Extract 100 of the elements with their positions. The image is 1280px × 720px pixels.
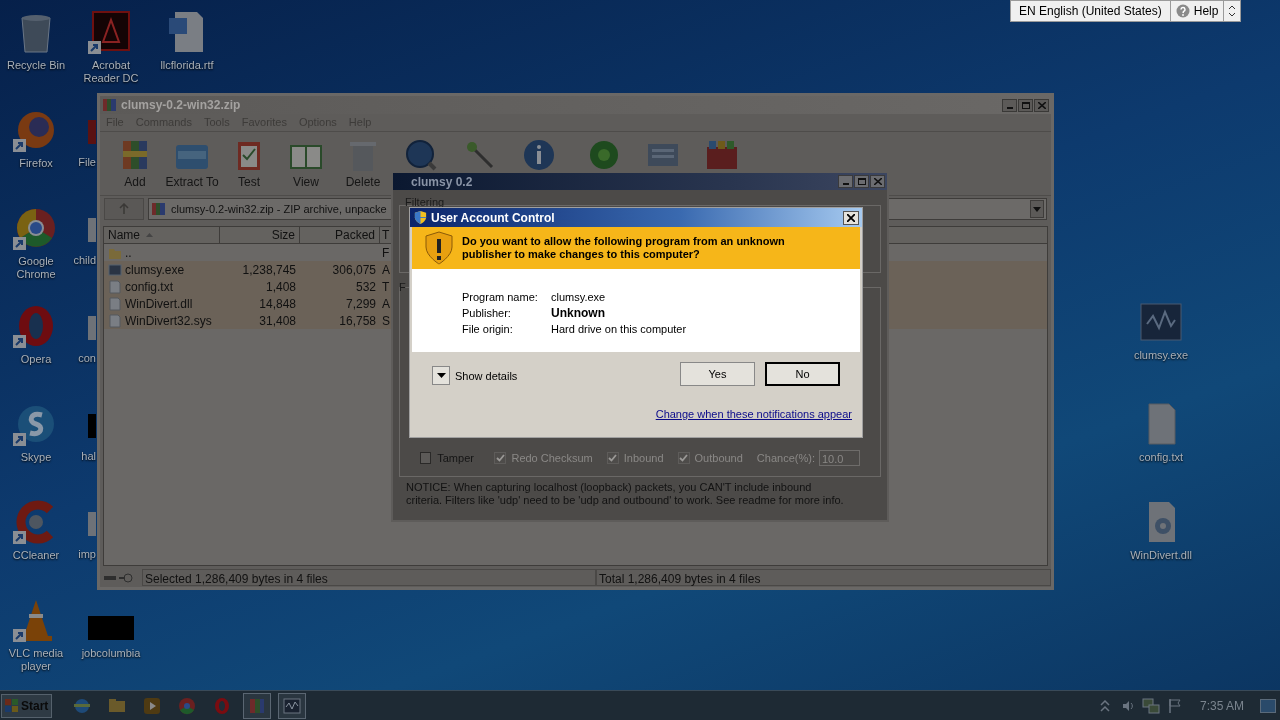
chance-label: Chance(%): — [756, 451, 815, 466]
detail-value: clumsy.exe — [551, 289, 606, 305]
taskbar-button[interactable] — [243, 692, 272, 719]
group-label: Filtering — [405, 196, 445, 208]
detail-value: Unknown — [551, 305, 605, 322]
network-icon[interactable] — [1141, 697, 1160, 714]
toolbar-button[interactable]: Test — [223, 136, 275, 191]
desktop-icon-label: Skype — [20, 451, 52, 464]
file-icon — [108, 296, 122, 311]
column-header[interactable]: Size — [220, 227, 300, 243]
table-cell: 16,758 — [339, 313, 376, 328]
up-arrow-icon — [118, 203, 130, 215]
table-cell: A — [382, 296, 390, 311]
caret-icon — [436, 372, 446, 378]
option-label: Redo Checksum — [511, 451, 593, 466]
status-text: Total 1,286,409 bytes in 4 files — [596, 569, 1051, 586]
up-button[interactable] — [104, 198, 144, 220]
checkbox[interactable] — [606, 452, 619, 465]
desktop-icon-label: WinDivert.dll — [1130, 549, 1192, 562]
desktop-icon-label: Opera — [20, 353, 52, 366]
table-cell-text: .. — [125, 244, 132, 262]
desktop-icon-label: Acrobat Reader DC — [82, 59, 140, 85]
desktop-icon-label: File — [78, 156, 96, 169]
chevron-up-icon[interactable] — [1099, 699, 1110, 712]
show-desktop-button[interactable] — [1260, 698, 1276, 713]
toolbar-button[interactable]: Add — [109, 136, 161, 191]
file-icon — [108, 313, 122, 328]
window-title: clumsy 0.2 — [411, 173, 473, 191]
table-cell: T — [382, 279, 390, 294]
flag-icon[interactable] — [1167, 697, 1182, 714]
desktop-icon-label: llcflorida.rtf — [160, 59, 214, 72]
minimize-button[interactable] — [838, 175, 853, 188]
sort-arrow-icon — [146, 233, 153, 237]
column-header[interactable]: Packed — [300, 227, 380, 243]
desktop-icon-label: Recycle Bin — [6, 59, 66, 72]
close-button[interactable] — [843, 210, 859, 225]
show-details-label[interactable]: Show details — [455, 367, 518, 385]
help-button[interactable]: Help — [1170, 1, 1225, 21]
info-icon[interactable] — [521, 137, 557, 173]
desktop-icon-label: VLC media player — [7, 647, 65, 673]
detail-label: Program name: — [462, 289, 539, 305]
minimize-button[interactable] — [1002, 98, 1017, 112]
table-cell: 532 — [355, 279, 376, 294]
option-label: Inbound — [623, 451, 664, 466]
toolbar-button[interactable]: View — [280, 136, 332, 191]
maximize-button[interactable] — [1018, 98, 1033, 112]
dialog-button[interactable]: Yes — [680, 362, 755, 386]
dropdown-arrow-icon[interactable] — [1033, 206, 1041, 212]
detail-label: Publisher: — [462, 305, 512, 321]
chance-field[interactable]: 10.0 — [818, 450, 860, 467]
table-cell: 31,408 — [259, 313, 296, 328]
media-player-icon — [142, 695, 163, 716]
search-icon[interactable] — [403, 137, 439, 173]
close-icon — [873, 178, 882, 185]
toolbar-button[interactable]: Delete — [337, 136, 389, 191]
warning-shield-icon — [425, 231, 453, 265]
expand-button[interactable] — [432, 365, 450, 385]
taskbar-button[interactable] — [278, 692, 307, 719]
clock[interactable]: 7:35 AM — [1199, 696, 1244, 715]
desktop-icon-label: imp — [78, 548, 96, 561]
option-label: Outbound — [694, 451, 743, 466]
window-title: clumsy-0.2-win32.zip — [121, 97, 241, 114]
toolbar-button[interactable]: Extract To — [166, 136, 218, 191]
desktop-icon-label: con — [78, 352, 96, 365]
language-indicator[interactable]: EN English (United States) — [1011, 1, 1171, 21]
desktop-icon-label: hal — [81, 450, 96, 463]
windows-flag-icon — [5, 698, 19, 713]
maximize-button[interactable] — [854, 175, 869, 188]
start-button[interactable]: Start — [1, 693, 53, 718]
table-cell: 1,408 — [265, 279, 296, 294]
wave-window-icon — [282, 695, 303, 716]
dialog-button[interactable]: No — [765, 362, 840, 386]
checkbox[interactable] — [494, 452, 507, 465]
file-icon — [108, 279, 122, 294]
drive-icon — [104, 572, 136, 583]
table-cell-text: WinDivert32.sys — [125, 312, 212, 330]
detail-label: File origin: — [462, 321, 514, 337]
desktop-icon-label: clumsy.exe — [1133, 349, 1189, 362]
checkbox[interactable] — [420, 452, 432, 465]
close-icon — [1037, 101, 1046, 109]
desktop-icon-label: Google Chrome — [15, 255, 57, 281]
dialog-title: User Account Control — [431, 209, 555, 227]
table-cell-text: WinDivert.dll — [125, 295, 193, 313]
checkbox[interactable] — [677, 452, 690, 465]
shield-icon — [413, 210, 428, 225]
help-icon — [1175, 4, 1190, 18]
table-cell: 14,848 — [259, 296, 296, 311]
table-cell: 306,075 — [332, 262, 376, 277]
chevrons-icon — [1228, 5, 1237, 17]
column-header[interactable]: Name — [104, 227, 220, 243]
status-text: Selected 1,286,409 bytes in 4 files — [142, 569, 596, 586]
options-button[interactable] — [1224, 1, 1241, 21]
table-cell-text: clumsy.exe — [125, 261, 185, 279]
file-icon — [108, 262, 122, 277]
desktop-icon-label: CCleaner — [12, 549, 60, 562]
question-text: Do you want to allow the following program from an unknown publisher to make changes to this computer? — [462, 235, 786, 261]
group-label: F — [399, 280, 407, 293]
desktop-icon-label: jobcolumbia — [81, 647, 141, 660]
settings-link[interactable]: Change when these notifications appear — [655, 406, 852, 423]
table-cell: S — [382, 313, 390, 328]
